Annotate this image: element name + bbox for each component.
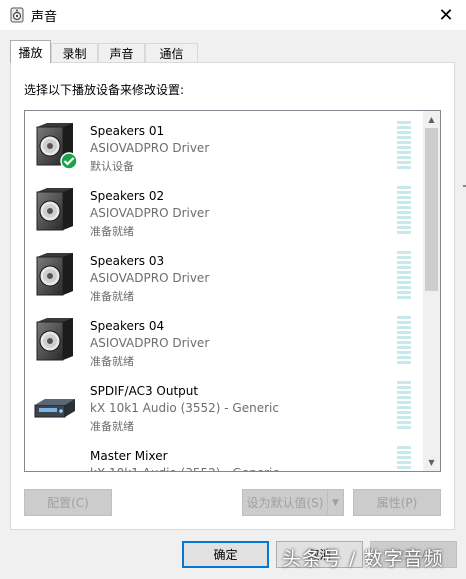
- device-driver: ASIOVADPRO Driver: [90, 206, 210, 220]
- window-title: 声音: [31, 10, 58, 25]
- device-name: Speakers 01: [90, 124, 165, 138]
- device-name: SPDIF/AC3 Output: [90, 384, 199, 398]
- level-meter: [397, 186, 411, 234]
- device-driver: ASIOVADPRO Driver: [90, 271, 210, 285]
- device-item[interactable]: Speakers 02 ASIOVADPRO Driver 准备就绪: [25, 179, 417, 244]
- level-meter: [397, 446, 411, 469]
- device-driver: ASIOVADPRO Driver: [90, 141, 210, 155]
- device-status: 准备就绪: [90, 290, 134, 303]
- chevron-down-icon: ▼: [332, 497, 339, 508]
- device-driver: kX 10k1 Audio (3552) - Generic: [90, 466, 279, 471]
- chevron-up-icon: ▲: [428, 115, 435, 124]
- mixer-icon: [33, 446, 77, 471]
- watermark: 头条号 / 数字音频: [282, 548, 444, 570]
- device-status: 默认设备: [90, 160, 134, 173]
- set-default-dropdown[interactable]: ▼: [327, 489, 344, 516]
- level-meter: [397, 381, 411, 429]
- tab-recording[interactable]: 录制: [51, 43, 98, 62]
- close-button[interactable]: ✕: [426, 0, 466, 30]
- scroll-up-button[interactable]: ▲: [423, 111, 440, 128]
- tab-sounds[interactable]: 声音: [98, 43, 145, 62]
- device-item[interactable]: SPDIF/AC3 Output kX 10k1 Audio (3552) - G…: [25, 374, 417, 439]
- tab-playback[interactable]: 播放: [10, 40, 51, 63]
- speaker-icon: [33, 316, 77, 364]
- level-meter: [397, 121, 411, 169]
- sound-dialog: 声音 ✕ 播放 录制 声音 通信 选择以下播放设备来修改设置: Master M…: [0, 0, 466, 579]
- ok-button[interactable]: 确定: [182, 541, 269, 568]
- device-item[interactable]: Speakers 04 ASIOVADPRO Driver 准备就绪: [25, 309, 417, 374]
- configure-button[interactable]: 配置(C): [24, 489, 112, 516]
- device-status: 准备就绪: [90, 355, 134, 368]
- device-name: Speakers 02: [90, 189, 165, 203]
- device-name: Master Mixer: [90, 449, 168, 463]
- vertical-scrollbar[interactable]: ▲ ▼: [423, 111, 440, 471]
- device-status: 准备就绪: [90, 225, 134, 238]
- sound-icon: [10, 7, 24, 23]
- chevron-down-icon: ▼: [428, 458, 435, 467]
- device-name: Speakers 04: [90, 319, 165, 333]
- spdif-device-icon: [33, 381, 77, 429]
- device-list[interactable]: Master Mixer kX 10k1 Audio (3552) - Gener…: [24, 110, 441, 472]
- device-status: 准备就绪: [90, 420, 134, 433]
- level-meter: [397, 316, 411, 364]
- level-meter: [397, 251, 411, 299]
- set-default-button[interactable]: 设为默认值(S): [242, 489, 328, 516]
- close-icon: ✕: [438, 4, 454, 26]
- device-item[interactable]: Speakers 01 ASIOVADPRO Driver 默认设备: [25, 114, 417, 179]
- speaker-icon: [33, 251, 77, 299]
- speaker-icon: [33, 186, 77, 234]
- title-bar: 声音 ✕: [0, 0, 466, 30]
- properties-button[interactable]: 属性(P): [353, 489, 441, 516]
- scroll-down-button[interactable]: ▼: [423, 454, 440, 471]
- scroll-thumb[interactable]: [425, 128, 438, 291]
- device-driver: ASIOVADPRO Driver: [90, 336, 210, 350]
- device-item[interactable]: Master Mixer kX 10k1 Audio (3552) - Gener…: [25, 439, 417, 471]
- device-item[interactable]: Speakers 03 ASIOVADPRO Driver 准备就绪: [25, 244, 417, 309]
- device-name: Speakers 03: [90, 254, 165, 268]
- device-driver: kX 10k1 Audio (3552) - Generic: [90, 401, 279, 415]
- instruction-text: 选择以下播放设备来修改设置:: [24, 83, 185, 97]
- tab-communications[interactable]: 通信: [145, 43, 198, 62]
- speaker-icon: [33, 121, 78, 170]
